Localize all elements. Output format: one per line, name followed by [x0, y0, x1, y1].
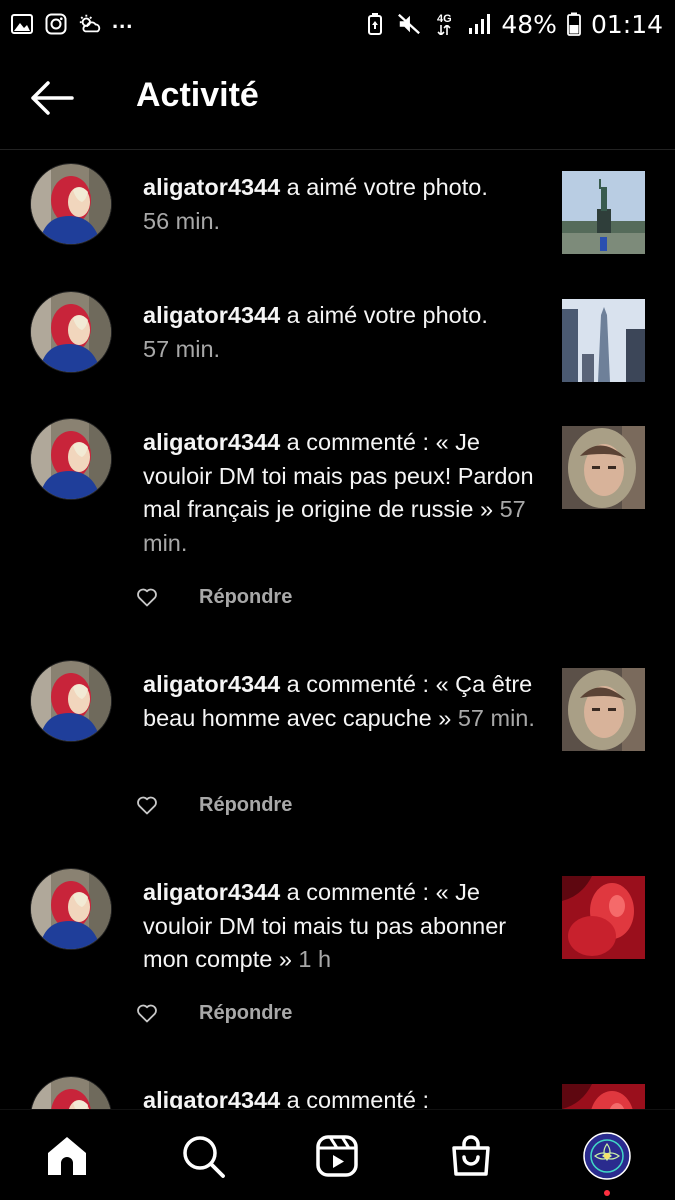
timestamp: 57 min.	[451, 704, 535, 731]
post-thumbnail[interactable]	[562, 299, 645, 382]
weather-icon	[78, 12, 102, 36]
post-thumbnail[interactable]	[562, 876, 645, 959]
nav-shop-button[interactable]	[447, 1132, 495, 1180]
status-bar: ... 4G 48% 01:14	[0, 0, 675, 48]
reply-button[interactable]: Répondre	[199, 1002, 292, 1025]
bottom-navigation	[0, 1109, 675, 1200]
mute-icon	[397, 12, 421, 36]
avatar[interactable]	[30, 418, 112, 500]
comment-actions: Répondre	[135, 585, 292, 609]
avatar[interactable]	[30, 1076, 112, 1109]
action-text: a aimé votre photo.	[280, 174, 488, 200]
avatar[interactable]	[30, 868, 112, 950]
post-thumbnail[interactable]	[562, 426, 645, 509]
like-comment-button[interactable]	[135, 1001, 159, 1025]
heart-icon	[137, 588, 157, 607]
search-icon	[183, 1136, 225, 1178]
username[interactable]: aligator4344	[143, 302, 280, 328]
like-comment-button[interactable]	[135, 793, 159, 817]
avatar[interactable]	[30, 163, 112, 245]
avatar[interactable]	[30, 660, 112, 742]
nav-home-button[interactable]	[43, 1132, 91, 1180]
page-title: Activité	[136, 76, 259, 114]
network-label: 4G	[437, 12, 452, 25]
username[interactable]: aligator4344	[143, 174, 280, 200]
post-thumbnail[interactable]	[562, 171, 645, 254]
notification-text: aligator4344 a commenté : « Je vouloir D…	[143, 876, 538, 977]
arrow-left-icon	[31, 81, 74, 115]
username[interactable]: aligator4344	[143, 879, 280, 905]
nav-profile-button[interactable]	[583, 1132, 631, 1180]
signal-icon	[467, 12, 491, 36]
shop-icon	[452, 1135, 490, 1176]
timestamp: 57 min.	[143, 335, 221, 362]
notification-text: aligator4344 a commenté :	[143, 1084, 538, 1109]
activity-feed[interactable]: aligator4344 a aimé votre photo. 56 min. …	[0, 151, 675, 1109]
comment-actions: Répondre	[135, 1001, 292, 1025]
heart-icon	[137, 796, 157, 815]
username[interactable]: aligator4344	[143, 671, 280, 697]
battery-percent: 48%	[501, 9, 557, 39]
username[interactable]: aligator4344	[143, 1087, 280, 1109]
more-notifications: ...	[112, 8, 134, 33]
post-thumbnail[interactable]	[562, 668, 645, 751]
activity-header: Activité	[0, 48, 675, 150]
battery-saver-icon	[363, 12, 387, 36]
action-text: a aimé votre photo.	[280, 302, 488, 328]
comment-text: a commenté :	[280, 1087, 430, 1109]
notification-text: aligator4344 a aimé votre photo. 57 min.	[143, 299, 538, 366]
instagram-icon	[44, 12, 68, 36]
timestamp: 1 h	[291, 946, 332, 972]
reply-button[interactable]: Répondre	[199, 794, 292, 817]
nav-search-button[interactable]	[179, 1132, 227, 1180]
post-thumbnail[interactable]	[562, 1084, 645, 1109]
gallery-icon	[10, 12, 34, 36]
timestamp: 56 min.	[143, 207, 221, 234]
comment-actions: Répondre	[135, 793, 292, 817]
notification-text: aligator4344 a aimé votre photo. 56 min.	[143, 171, 538, 238]
battery-icon	[567, 12, 581, 36]
home-icon	[48, 1137, 86, 1175]
like-comment-button[interactable]	[135, 585, 159, 609]
back-button[interactable]	[28, 78, 78, 118]
profile-avatar	[583, 1132, 631, 1180]
clock: 01:14	[590, 9, 663, 39]
nav-reels-button[interactable]	[313, 1132, 361, 1180]
avatar[interactable]	[30, 291, 112, 373]
username[interactable]: aligator4344	[143, 429, 280, 455]
network-4g-icon: 4G	[431, 12, 457, 36]
reply-button[interactable]: Répondre	[199, 586, 292, 609]
notification-text: aligator4344 a commenté : « Je vouloir D…	[143, 426, 538, 560]
notification-dot	[604, 1190, 610, 1196]
reels-icon	[316, 1135, 358, 1177]
heart-icon	[137, 1004, 157, 1023]
notification-text: aligator4344 a commenté : « Ça être beau…	[143, 668, 538, 735]
